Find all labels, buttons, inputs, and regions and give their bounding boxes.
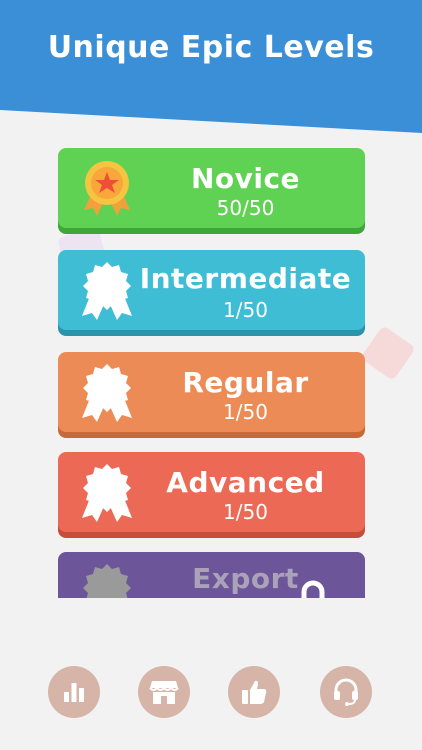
level-progress: 1/50 <box>223 298 268 322</box>
level-name: Regular <box>182 366 309 399</box>
bar-chart-icon <box>64 683 84 702</box>
store-icon <box>149 681 179 704</box>
like-button[interactable] <box>228 666 280 718</box>
lock-icon <box>301 580 325 598</box>
level-card-export[interactable]: Export <box>58 552 365 598</box>
level-list: Novice 50/50 Intermediate 1/50 Regular 1… <box>58 148 365 598</box>
ribbon-badge-icon <box>82 364 132 422</box>
support-button[interactable] <box>320 666 372 718</box>
header-banner <box>0 0 422 133</box>
level-name: Advanced <box>166 466 325 499</box>
bottom-nav <box>0 666 422 718</box>
decor-square <box>360 325 416 381</box>
store-button[interactable] <box>138 666 190 718</box>
level-card-intermediate[interactable]: Intermediate 1/50 <box>58 250 365 336</box>
level-progress: 1/50 <box>223 400 268 424</box>
level-card-advanced[interactable]: Advanced 1/50 <box>58 452 365 538</box>
stats-button[interactable] <box>48 666 100 718</box>
ribbon-badge-icon <box>82 262 132 320</box>
ribbon-badge-icon <box>82 464 132 522</box>
level-name: Intermediate <box>139 262 352 295</box>
level-card-novice[interactable]: Novice 50/50 <box>58 148 365 234</box>
page-title: Unique Epic Levels <box>47 30 375 65</box>
level-progress: 1/50 <box>223 500 268 524</box>
gold-medal-icon <box>84 161 130 216</box>
thumbs-up-icon <box>242 680 267 704</box>
ribbon-badge-icon <box>83 564 131 598</box>
level-card-regular[interactable]: Regular 1/50 <box>58 352 365 438</box>
level-name: Novice <box>190 162 301 195</box>
level-progress: 50/50 <box>216 196 275 220</box>
headset-support-icon <box>334 678 358 706</box>
